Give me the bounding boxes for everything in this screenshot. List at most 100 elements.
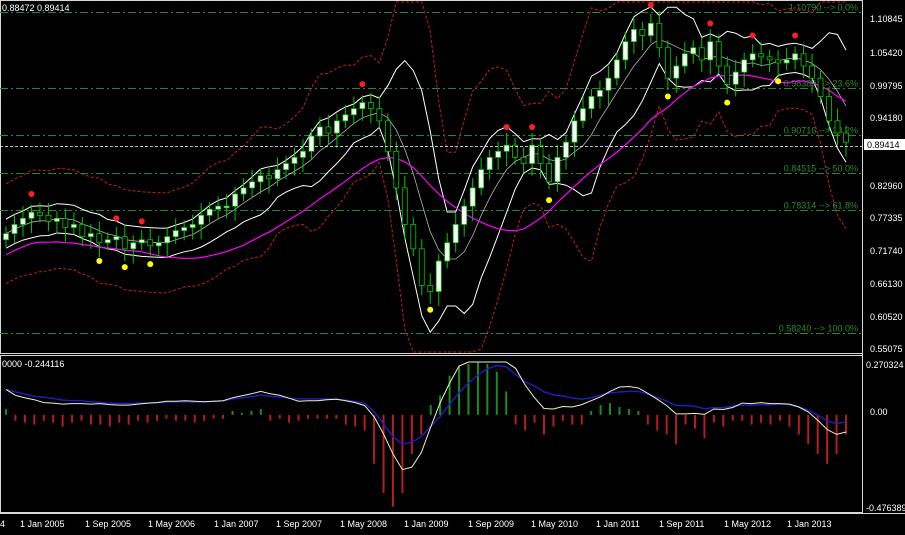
bull-candle [232, 193, 238, 207]
fib-level-label: 1.10790 --> 0.0% [789, 3, 858, 13]
bull-candle [11, 224, 18, 235]
bear-candle [393, 150, 400, 189]
fractal-up-signal [503, 123, 510, 130]
bear-candle [147, 239, 154, 247]
bull-candle [741, 59, 748, 73]
bull-candle [478, 169, 485, 189]
fractal-down-signal [664, 93, 671, 100]
time-label: 1 Sep 2005 [85, 519, 131, 529]
bull-candle [350, 108, 357, 116]
time-label: 1 Jan 2011 [596, 519, 640, 529]
chart-background [0, 0, 905, 535]
fib-level-label: 0.58240 --> 100.0% [779, 324, 858, 334]
fractal-down-signal [546, 197, 553, 204]
current-price-text: 0.89414 [867, 140, 900, 150]
bull-candle [792, 53, 798, 61]
osc-tick: 0.270324 [866, 360, 904, 370]
bear-candle [325, 126, 332, 134]
bull-candle [622, 41, 629, 61]
bull-candle [274, 169, 281, 180]
chart-canvas: 1.10790 --> 0.0%0.98389 --> 23.6%0.90716… [0, 0, 905, 535]
bull-candle [28, 211, 35, 219]
bull-candle [630, 29, 637, 43]
bull-candle [580, 108, 586, 122]
fractal-up-signal [359, 81, 366, 88]
fractal-down-signal [121, 264, 128, 271]
bear-candle [766, 56, 773, 61]
osc-tick: 0.00 [870, 407, 888, 417]
bull-candle [300, 150, 306, 158]
bull-candle [359, 102, 366, 110]
bull-candle [749, 53, 756, 61]
fractal-up-signal [707, 20, 714, 27]
bull-candle [308, 135, 315, 152]
bear-candle [376, 108, 383, 122]
bull-candle [87, 233, 94, 238]
bull-candle [444, 242, 451, 262]
bull-candle [257, 175, 264, 183]
bull-candle [181, 227, 188, 231]
bear-candle [96, 233, 103, 244]
bull-candle [70, 224, 77, 228]
bull-candle [223, 205, 230, 209]
bull-candle [673, 65, 680, 79]
bull-candle [597, 89, 603, 97]
bull-candle [342, 114, 349, 122]
fib-level-label: 0.78314 --> 61.8% [784, 201, 858, 211]
bull-candle [130, 242, 137, 250]
fractal-up-signal [647, 2, 654, 9]
bear-candle [37, 211, 43, 216]
fib-level-label: 0.84515 --> 50.0% [784, 164, 858, 174]
fractal-down-signal [724, 99, 731, 106]
bull-candle [198, 214, 205, 225]
bull-candle [283, 163, 289, 171]
bull-candle [113, 236, 120, 241]
bull-candle [172, 230, 179, 238]
fractal-up-signal [792, 32, 799, 39]
bear-candle [775, 59, 782, 64]
bear-candle [367, 102, 374, 110]
bear-candle [537, 144, 544, 164]
price-tick: 0.66130 [870, 279, 903, 289]
bull-candle [690, 47, 697, 55]
bear-candle [546, 163, 552, 183]
bull-candle [334, 120, 340, 134]
bear-candle [809, 65, 815, 79]
bear-candle [800, 53, 807, 67]
bear-candle [843, 132, 849, 143]
time-label: 1 Sep 2007 [276, 519, 322, 529]
time-label: 1 Jan 2013 [787, 519, 832, 529]
time-label: 1 May 2006 [148, 519, 195, 529]
bull-candle [647, 22, 654, 36]
price-tick: 0.55075 [870, 344, 903, 354]
fractal-up-signal [138, 218, 145, 225]
bear-candle [758, 53, 765, 58]
bear-candle [656, 22, 663, 49]
fractal-down-signal [147, 261, 154, 268]
bear-candle [121, 236, 128, 250]
oscillator-header-text: 0000 -0.244116 [2, 359, 64, 369]
bear-candle [664, 47, 671, 79]
bull-candle [240, 187, 247, 195]
bull-candle [206, 208, 213, 216]
fractal-down-signal [775, 78, 782, 85]
price-tick: 1.10845 [870, 14, 903, 24]
bull-candle [571, 120, 578, 143]
bull-candle [164, 236, 171, 244]
bear-candle [834, 120, 841, 134]
bull-candle [563, 141, 569, 158]
time-label: 1 Jan 2009 [404, 519, 449, 529]
bear-candle [724, 65, 731, 85]
bear-candle [410, 224, 417, 250]
bear-candle [418, 248, 425, 286]
fractal-up-signal [28, 190, 35, 197]
bull-candle [317, 126, 323, 137]
bear-candle [520, 157, 527, 164]
time-label: 1 May 2010 [531, 519, 578, 529]
bull-candle [155, 242, 162, 247]
fractal-down-signal [96, 258, 103, 265]
bull-candle [614, 59, 620, 79]
bear-candle [79, 224, 86, 238]
bull-candle [54, 217, 60, 222]
price-tick: 0.60520 [870, 312, 903, 322]
